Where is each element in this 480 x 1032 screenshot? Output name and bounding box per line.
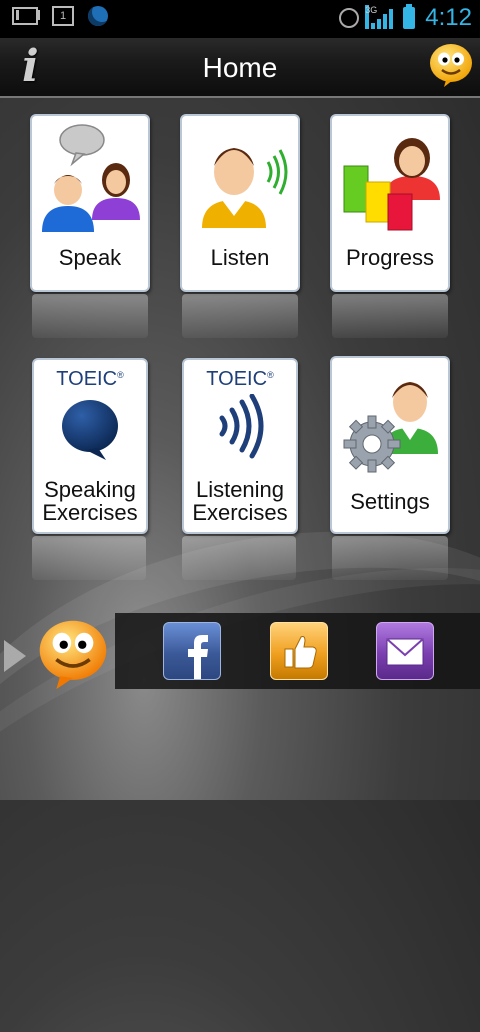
sound-waves-icon <box>219 394 264 459</box>
tile-reflection <box>32 536 146 580</box>
title-bar: i Home <box>0 38 480 98</box>
gmail-icon <box>12 7 38 25</box>
smiley-mascot-icon[interactable] <box>36 616 110 692</box>
listen-icon <box>202 148 288 228</box>
progress-tile[interactable]: Progress <box>330 114 450 292</box>
tile-reflection <box>32 294 148 338</box>
listen-tile[interactable]: Listen <box>180 114 300 292</box>
settings-icon <box>343 382 438 473</box>
tile-reflection <box>182 536 296 580</box>
like-button[interactable] <box>270 622 328 680</box>
network-type: 3G <box>365 5 377 29</box>
status-bar: 1 3G 4:12 <box>0 0 480 38</box>
speaking-exercises-tile[interactable]: TOEIC® Speaking Exercises <box>32 358 148 534</box>
listen-label: Listen <box>210 245 270 270</box>
signal-icon: 3G <box>365 5 394 29</box>
thumbs-up-icon <box>284 636 317 669</box>
settings-label: Settings <box>350 489 430 514</box>
tile-reflection <box>332 536 448 580</box>
clock: 4:12 <box>425 4 472 31</box>
progress-icon <box>343 138 440 231</box>
listening-exercises-label-line2: Exercises <box>192 500 288 525</box>
tile-reflection <box>182 294 298 338</box>
app-notification-icon <box>88 6 108 26</box>
speech-bubble-icon <box>62 400 118 460</box>
speak-tile[interactable]: Speak <box>30 114 150 292</box>
battery-icon <box>403 4 416 29</box>
speak-icon <box>42 124 140 232</box>
envelope-icon <box>386 638 424 666</box>
speak-label: Speak <box>58 245 122 270</box>
speaking-exercises-label-line2: Exercises <box>42 500 138 525</box>
facebook-button[interactable] <box>163 622 221 680</box>
speaking-exercises-label-line1: Speaking <box>44 477 136 502</box>
facebook-icon <box>188 635 208 679</box>
calendar-icon: 1 <box>52 6 74 26</box>
listening-exercises-label-line1: Listening <box>195 477 285 502</box>
smiley-icon[interactable] <box>428 42 474 88</box>
progress-label: Progress <box>345 245 435 270</box>
toeic-logo: TOEIC® <box>56 368 124 390</box>
settings-tile[interactable]: Settings <box>330 356 450 534</box>
alarm-icon <box>339 8 360 28</box>
page-title: Home <box>202 52 278 83</box>
expand-arrow-icon[interactable] <box>4 640 26 672</box>
toeic-logo: TOEIC® <box>206 368 274 390</box>
listening-exercises-tile[interactable]: TOEIC® Listening Exercises <box>182 358 298 534</box>
email-button[interactable] <box>376 622 434 680</box>
tile-reflection <box>332 294 448 338</box>
